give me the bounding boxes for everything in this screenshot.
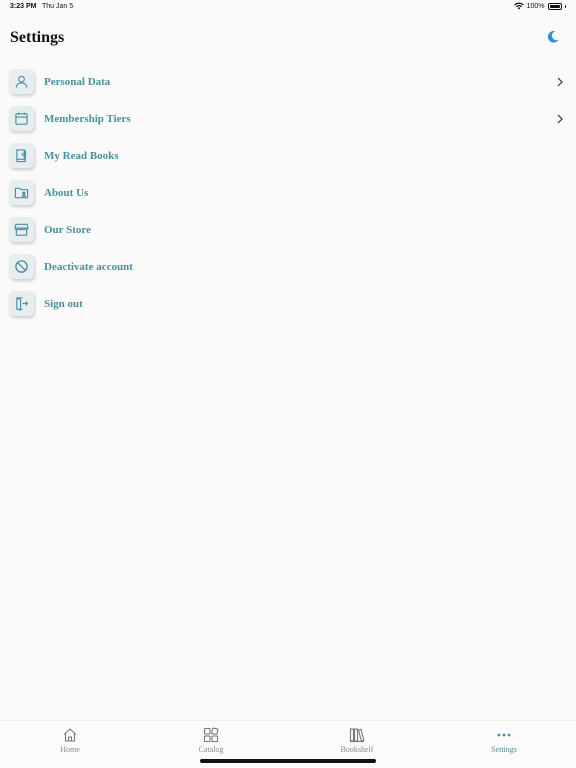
moon-icon (547, 31, 559, 43)
home-icon (63, 728, 77, 742)
menu-item-deactivate-account[interactable]: Deactivate account (9, 248, 567, 285)
tab-bookshelf[interactable]: Bookshelf (327, 727, 387, 754)
user-icon (9, 69, 34, 94)
book-icon (9, 143, 34, 168)
dark-mode-toggle[interactable] (546, 30, 560, 44)
menu-item-label: My Read Books (44, 149, 119, 162)
chevron-right-icon (557, 114, 563, 123)
more-dots-icon (497, 733, 511, 737)
tab-label: Bookshelf (340, 745, 374, 754)
settings-menu: Personal Data Membership Tiers My Read B… (9, 63, 567, 322)
battery-percent: 100% (526, 2, 545, 10)
chevron-right-icon (557, 77, 563, 86)
menu-item-our-store[interactable]: Our Store (9, 211, 567, 248)
menu-item-label: Our Store (44, 223, 91, 236)
tab-label: Settings (491, 745, 517, 754)
menu-item-label: Personal Data (44, 75, 111, 88)
bookshelf-icon (349, 728, 365, 743)
menu-item-label: Membership Tiers (44, 112, 131, 125)
menu-item-personal-data[interactable]: Personal Data (9, 63, 567, 100)
store-icon (9, 217, 34, 242)
tab-catalog[interactable]: Catalog (181, 727, 241, 754)
header: Settings (10, 26, 564, 50)
page-title: Settings (10, 29, 65, 46)
folder-users-icon (9, 180, 34, 205)
menu-item-membership-tiers[interactable]: Membership Tiers (9, 100, 567, 137)
menu-item-label: About Us (44, 186, 89, 199)
menu-item-label: Sign out (44, 297, 83, 310)
wifi-icon (513, 2, 524, 10)
status-bar: 3:23 PM Thu Jan 5 100% (0, 0, 576, 14)
menu-item-sign-out[interactable]: Sign out (9, 285, 567, 322)
status-time: 3:23 PM (10, 3, 37, 10)
sign-out-icon (9, 291, 34, 316)
tab-bar: Home Catalog Bookshelf Settings (0, 720, 576, 768)
ban-icon (9, 254, 34, 279)
grid-icon (203, 727, 219, 743)
tab-label: Home (60, 745, 80, 754)
menu-item-about-us[interactable]: About Us (9, 174, 567, 211)
battery-icon (547, 2, 562, 10)
status-indicators: 100% (513, 2, 566, 10)
tab-label: Catalog (198, 745, 224, 754)
menu-item-my-read-books[interactable]: My Read Books (9, 137, 567, 174)
tab-home[interactable]: Home (40, 727, 100, 754)
calendar-icon (9, 106, 34, 131)
menu-item-label: Deactivate account (44, 260, 133, 273)
home-indicator[interactable] (200, 759, 376, 763)
tab-settings[interactable]: Settings (474, 727, 534, 754)
status-date: Thu Jan 5 (42, 3, 74, 10)
